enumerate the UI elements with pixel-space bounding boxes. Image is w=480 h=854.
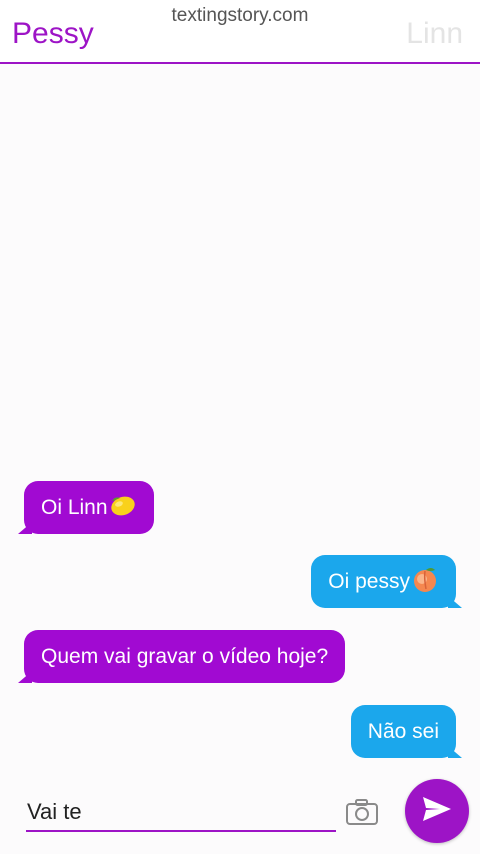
message-text: Oi Linn bbox=[41, 495, 108, 519]
camera-icon[interactable] bbox=[345, 797, 379, 827]
message-bubble-right[interactable]: Oi pessy bbox=[311, 555, 462, 608]
message-text: Não sei bbox=[367, 719, 439, 743]
message-text: Oi pessy bbox=[328, 569, 410, 593]
send-button[interactable] bbox=[405, 779, 469, 843]
lemon-icon bbox=[109, 492, 137, 524]
watermark: textingstory.com bbox=[171, 5, 309, 26]
peach-icon bbox=[411, 565, 439, 599]
message-text: Quem vai gravar o vídeo hoje? bbox=[41, 644, 329, 668]
input-underline bbox=[26, 830, 336, 832]
message-bubble-left[interactable]: Quem vai gravar o vídeo hoje? bbox=[17, 630, 346, 683]
message-bubble-right[interactable]: Não sei bbox=[350, 705, 463, 758]
send-icon bbox=[422, 796, 452, 827]
message-input[interactable]: Vai te bbox=[27, 799, 82, 825]
message-bubble-left[interactable]: Oi Linn bbox=[18, 481, 154, 534]
